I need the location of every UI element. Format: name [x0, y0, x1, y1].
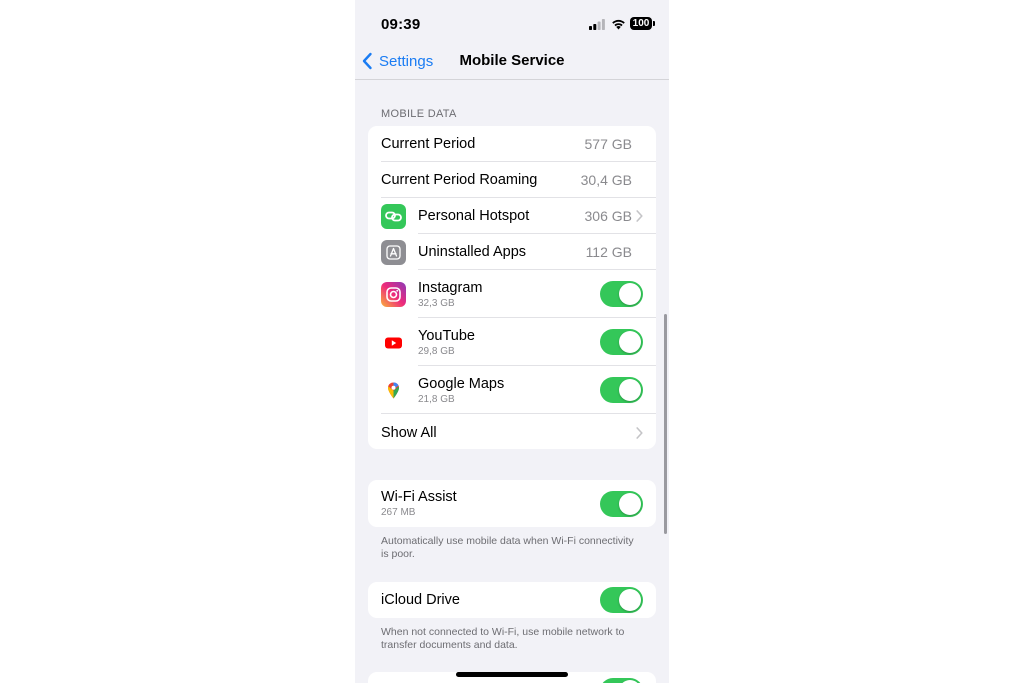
row-current-period: Current Period 577 GB: [368, 126, 656, 162]
wifi-assist-toggle[interactable]: [600, 490, 643, 517]
instagram-usage: 32,3 GB: [418, 297, 455, 309]
icloud-drive-group: iCloud Drive: [368, 582, 656, 618]
instagram-icon: [381, 281, 406, 307]
mobile-data-group: Current Period 577 GB Current Period Roa…: [368, 126, 656, 449]
app-store-icon: [381, 239, 406, 265]
navigation-bar: Settings Mobile Service: [355, 46, 669, 80]
chevron-right-icon: [636, 210, 643, 222]
wifi-assist-usage: 267 MB: [381, 507, 416, 518]
wifi-icon: [612, 19, 625, 30]
row-wifi-assist: Wi-Fi Assist 267 MB: [368, 480, 656, 527]
row-uninstalled-apps: Uninstalled Apps 112 GB: [368, 234, 656, 270]
status-time: 09:39: [381, 16, 421, 33]
wifi-assist-group: Wi-Fi Assist 267 MB: [368, 480, 656, 527]
current-period-label: Current Period: [381, 136, 476, 152]
google-maps-usage: 21,8 GB: [418, 393, 455, 405]
youtube-usage: 29,8 GB: [418, 345, 455, 357]
icloud-drive-footer: When not connected to Wi-Fi, use mobile …: [381, 626, 625, 651]
row-icloud-drive: iCloud Drive: [368, 582, 656, 618]
instagram-toggle[interactable]: [600, 281, 643, 307]
youtube-icon: [381, 329, 406, 355]
google-maps-toggle[interactable]: [600, 377, 643, 403]
wifi-assist-footer: Automatically use mobile data when Wi-Fi…: [381, 535, 634, 560]
personal-hotspot-value: 306 GB: [584, 208, 632, 224]
current-period-roaming-label: Current Period Roaming: [381, 172, 538, 188]
wifi-assist-label: Wi-Fi Assist: [381, 489, 457, 505]
show-all-label: Show All: [381, 424, 437, 441]
google-maps-label: Google Maps: [418, 375, 505, 392]
uninstalled-apps-value: 112 GB: [585, 244, 632, 260]
current-period-roaming-value: 30,4 GB: [580, 172, 632, 188]
scrollbar[interactable]: [664, 314, 667, 534]
google-maps-icon: [381, 377, 406, 403]
personal-hotspot-label: Personal Hotspot: [418, 208, 530, 224]
youtube-label: YouTube: [418, 327, 475, 344]
chevron-right-icon: [636, 426, 643, 439]
icloud-drive-label: iCloud Drive: [381, 592, 460, 608]
status-bar: 09:39 100: [355, 0, 669, 46]
page-title: Mobile Service: [459, 52, 565, 69]
row-google-maps: Google Maps 21,8 GB: [368, 366, 656, 414]
row-personal-hotspot[interactable]: Personal Hotspot 306 GB: [368, 198, 656, 234]
icloud-drive-toggle[interactable]: [600, 587, 643, 613]
section-header-mobile-data: MOBILE DATA: [381, 108, 457, 120]
row-show-all[interactable]: Show All: [368, 414, 656, 449]
youtube-toggle[interactable]: [600, 329, 643, 355]
row-current-period-roaming: Current Period Roaming 30,4 GB: [368, 162, 656, 198]
next-row-toggle[interactable]: [600, 678, 643, 683]
row-instagram: Instagram 32,3 GB: [368, 270, 656, 318]
uninstalled-apps-label: Uninstalled Apps: [418, 244, 527, 260]
battery-icon: 100: [630, 17, 655, 30]
instagram-label: Instagram: [418, 279, 483, 296]
cellular-signal-icon: [589, 19, 605, 30]
row-youtube: YouTube 29,8 GB: [368, 318, 656, 366]
phone-screen: 09:39 100 Settings Mobile Service MOBILE…: [355, 0, 669, 683]
home-indicator[interactable]: [456, 672, 568, 677]
hotspot-icon: [381, 203, 406, 229]
current-period-value: 577 GB: [584, 136, 632, 152]
